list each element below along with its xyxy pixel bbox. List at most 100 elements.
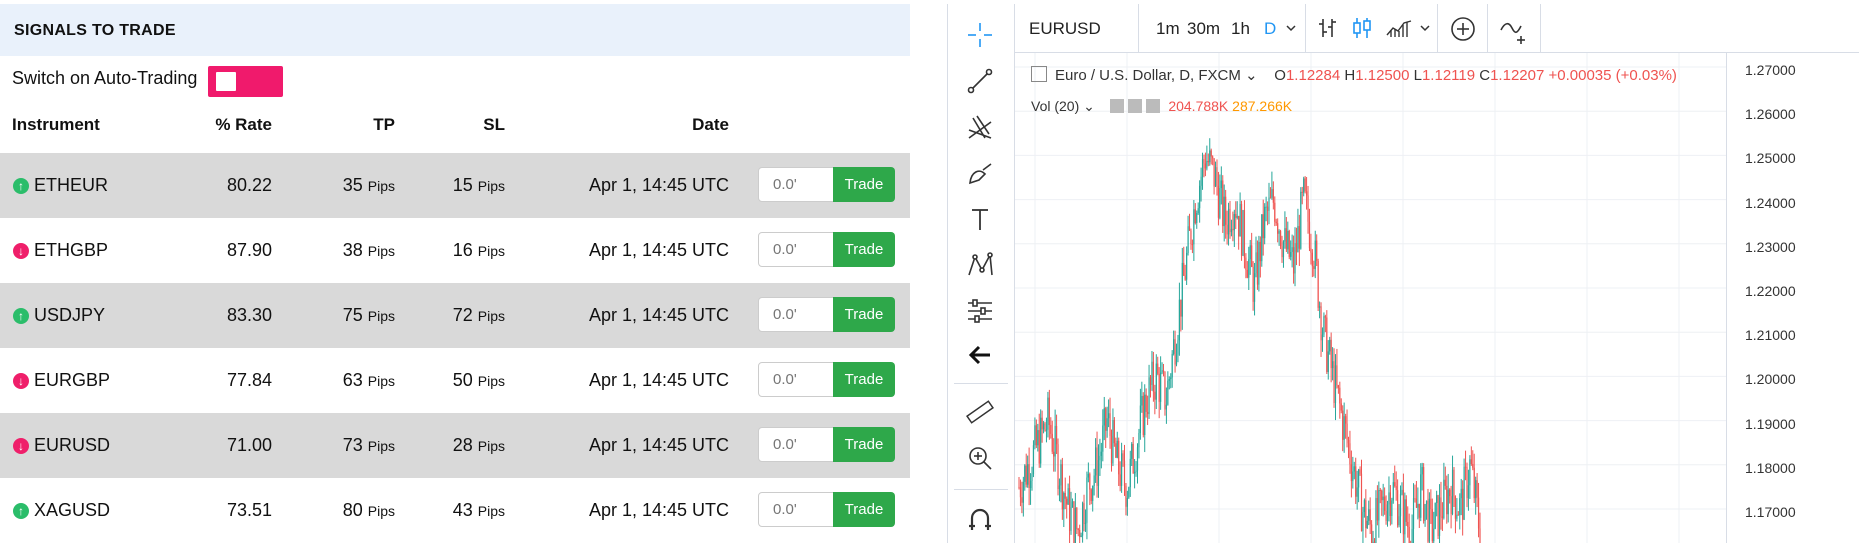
price-chart[interactable] <box>1015 53 1726 543</box>
trade-button[interactable]: Trade <box>833 362 895 397</box>
candle-body <box>1061 464 1063 510</box>
candle-body <box>1093 475 1095 486</box>
text-icon[interactable] <box>965 204 995 234</box>
chevron-down-icon[interactable] <box>1285 23 1297 33</box>
col-tp: TP <box>373 115 395 134</box>
candle-body <box>1038 430 1040 464</box>
volume-value-1: 204.788K <box>1168 98 1229 114</box>
volume-label[interactable]: Vol (20) <box>1031 98 1079 114</box>
trade-button[interactable]: Trade <box>833 297 895 332</box>
candle-body <box>1168 379 1170 381</box>
quantity-input[interactable] <box>758 232 834 267</box>
trade-button[interactable]: Trade <box>833 492 895 527</box>
ruler-icon[interactable] <box>965 397 995 427</box>
quantity-input[interactable] <box>758 492 834 527</box>
candle-body <box>1401 489 1403 495</box>
candle-body <box>1229 208 1231 233</box>
magnet-icon[interactable] <box>965 504 995 534</box>
legend-name[interactable]: Euro / U.S. Dollar, D, FXCM <box>1055 67 1241 84</box>
trend-line-icon[interactable] <box>965 66 995 96</box>
candle-body <box>1131 443 1133 459</box>
tf-1m[interactable]: 1m <box>1156 19 1180 39</box>
quantity-input[interactable] <box>758 427 834 462</box>
trade-button[interactable]: Trade <box>833 232 895 267</box>
signal-date: Apr 1, 14:45 UTC <box>588 435 729 455</box>
candle-body <box>1274 202 1276 222</box>
candle-body <box>1190 230 1192 245</box>
tf-d[interactable]: D <box>1264 19 1276 39</box>
prediction-icon[interactable] <box>965 296 995 326</box>
pips-unit: Pips <box>477 373 505 389</box>
candle-body <box>1430 498 1432 510</box>
trade-button[interactable]: Trade <box>833 427 895 462</box>
collapse-icon[interactable] <box>1031 66 1047 82</box>
quantity-input[interactable] <box>758 362 834 397</box>
candle-body <box>1358 469 1360 488</box>
pattern-icon[interactable] <box>965 250 995 280</box>
candle-body <box>1201 159 1204 177</box>
candle-body <box>1398 516 1400 526</box>
compare-icon[interactable] <box>1450 16 1476 42</box>
candle-body <box>1470 459 1472 464</box>
close-icon[interactable] <box>1146 99 1161 113</box>
candle-body <box>1331 361 1334 369</box>
pitchfork-icon[interactable] <box>965 112 995 142</box>
candle-body <box>1136 447 1139 471</box>
symbol-search[interactable]: EURUSD <box>1014 4 1139 52</box>
trade-button[interactable]: Trade <box>833 167 895 202</box>
back-arrow-icon[interactable] <box>965 340 995 370</box>
table-row: ↑ USDJPY 83.30 75 Pips 72 Pips Apr 1, 14:45 U… <box>0 283 910 348</box>
sl-value: 28 Pips <box>400 435 505 456</box>
candle-body <box>1459 498 1461 516</box>
tf-30m[interactable]: 30m <box>1187 19 1220 39</box>
quantity-input[interactable] <box>758 297 834 332</box>
candle-body <box>1060 464 1062 486</box>
candle-body <box>1324 316 1326 318</box>
candle-body <box>1405 499 1407 522</box>
brush-icon[interactable] <box>965 158 995 188</box>
candle-body <box>1345 416 1347 424</box>
candle-body <box>1362 512 1364 532</box>
pips-unit: Pips <box>367 373 395 389</box>
chevron-down-icon[interactable]: ⌄ <box>1241 67 1258 84</box>
candle-body <box>1199 185 1201 209</box>
candle-body <box>1268 197 1270 211</box>
sl-number: 50 <box>452 370 473 390</box>
quantity-input[interactable] <box>758 167 834 202</box>
chevron-down-icon[interactable]: ⌄ <box>1079 98 1095 114</box>
toggle-knob[interactable] <box>216 72 236 91</box>
candle-body <box>1259 241 1261 262</box>
rate-value: 77.84 <box>226 370 272 390</box>
area-style-icon[interactable] <box>1385 17 1413 39</box>
candle-body <box>1385 510 1387 521</box>
price-axis[interactable]: 1.27000 1.26000 1.25000 1.24000 1.23000 1.220… <box>1726 53 1859 543</box>
candle-body <box>1081 503 1084 536</box>
tp-value: 75 Pips <box>300 305 395 326</box>
candle-body <box>1040 417 1042 464</box>
candle-body <box>1238 216 1240 237</box>
candle-body <box>1171 353 1173 378</box>
candle-body <box>1266 206 1269 211</box>
sl-number: 72 <box>452 305 473 325</box>
candle-body <box>1450 496 1452 514</box>
gear-icon[interactable] <box>1128 99 1143 113</box>
autotrade-toggle[interactable] <box>208 66 283 97</box>
rate-value: 80.22 <box>226 175 272 195</box>
eye-icon[interactable] <box>1110 99 1125 113</box>
candle-style-icon[interactable] <box>1351 17 1373 39</box>
tp-value: 73 Pips <box>300 435 395 456</box>
indicators-icon[interactable] <box>1499 16 1529 44</box>
tf-1h[interactable]: 1h <box>1231 19 1250 39</box>
zoom-in-icon[interactable] <box>965 443 995 473</box>
signal-date: Apr 1, 14:45 UTC <box>588 240 729 260</box>
candle-body <box>1397 490 1399 526</box>
chevron-down-icon[interactable] <box>1419 23 1431 33</box>
candle-body <box>1318 306 1321 308</box>
bar-style-icon[interactable] <box>1317 17 1339 39</box>
candle-body <box>1316 240 1318 261</box>
candle-body <box>1449 489 1451 497</box>
candle-body <box>1129 458 1131 488</box>
crosshair-icon[interactable] <box>965 20 995 50</box>
candle-body <box>1123 460 1126 486</box>
candle-body <box>1206 160 1208 169</box>
